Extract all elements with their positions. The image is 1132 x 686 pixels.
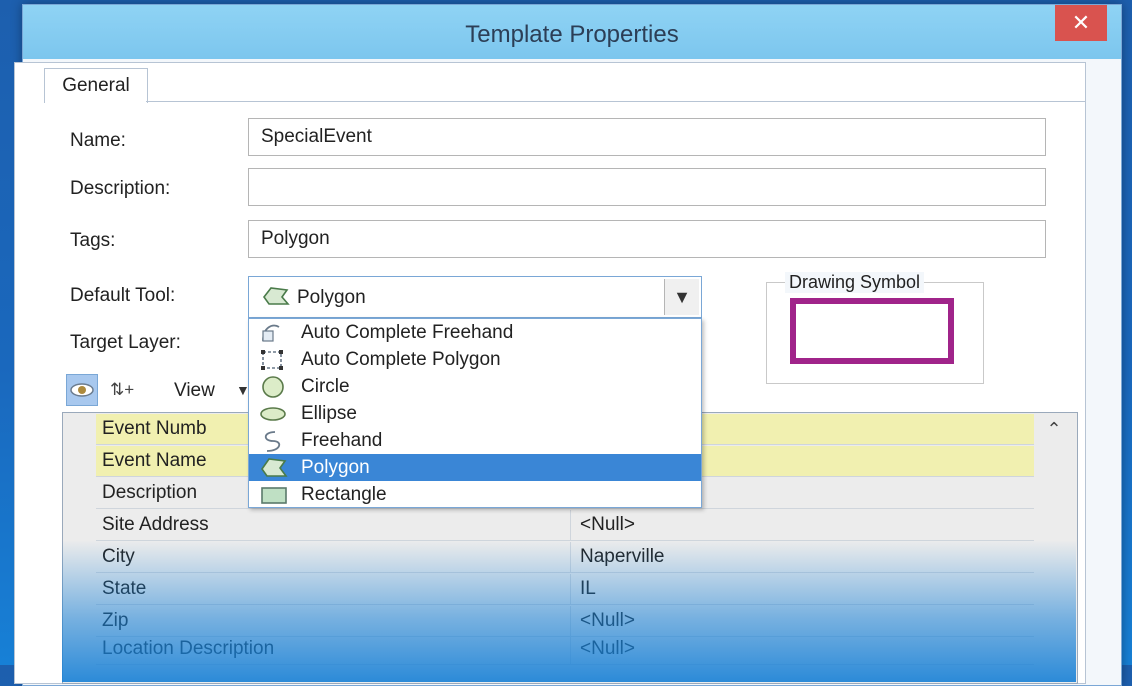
rectangle-icon xyxy=(259,483,289,512)
row-value[interactable]: Naperville xyxy=(580,546,664,568)
dropdown-item-label: Circle xyxy=(301,376,350,397)
dropdown-item-label: Polygon xyxy=(301,457,370,478)
row-key: Location Description xyxy=(102,638,275,659)
row-key: State xyxy=(102,578,147,599)
eye-icon xyxy=(70,383,94,397)
description-input[interactable] xyxy=(248,168,1046,206)
tab-divider xyxy=(146,101,1086,102)
target-layer-label: Target Layer: xyxy=(70,332,181,353)
name-label: Name: xyxy=(70,130,126,151)
table-row[interactable]: Site Address <Null> xyxy=(96,510,1034,541)
table-row[interactable]: Zip <Null> xyxy=(96,606,1034,637)
default-tool-label: Default Tool: xyxy=(70,285,176,306)
window-title: Template Properties xyxy=(465,21,679,48)
dropdown-item-label: Ellipse xyxy=(301,403,357,424)
table-row[interactable]: State IL xyxy=(96,574,1034,605)
default-tool-dropdown[interactable]: Auto Complete Freehand Auto Complete Pol… xyxy=(248,318,702,508)
categorized-view-button[interactable] xyxy=(66,374,98,406)
table-row[interactable]: City Naperville xyxy=(96,542,1034,573)
sort-alphabetical-icon[interactable]: ⇅+ xyxy=(110,380,134,400)
dropdown-item-circle[interactable]: Circle xyxy=(249,373,701,400)
column-divider xyxy=(570,542,571,572)
dropdown-item-rectangle[interactable]: Rectangle xyxy=(249,481,701,508)
dropdown-item-label: Auto Complete Freehand xyxy=(301,322,514,343)
column-divider xyxy=(570,606,571,636)
scroll-up-icon[interactable]: ⌃ xyxy=(1036,414,1072,444)
dropdown-item-auto-complete-polygon[interactable]: Auto Complete Polygon xyxy=(249,346,701,373)
chevron-down-icon[interactable]: ▼ xyxy=(664,279,699,315)
tags-label: Tags: xyxy=(70,230,116,251)
default-tool-select[interactable]: Polygon ▼ xyxy=(248,276,702,318)
dropdown-item-freehand[interactable]: Freehand xyxy=(249,427,701,454)
table-row[interactable]: Location Description <Null> xyxy=(96,634,1034,665)
view-menu-button[interactable]: View xyxy=(174,380,215,402)
row-key: Description xyxy=(102,482,198,503)
dropdown-item-label: Auto Complete Polygon xyxy=(301,349,501,370)
close-icon: ✕ xyxy=(1071,10,1091,35)
dropdown-item-label: Rectangle xyxy=(301,484,387,505)
close-button[interactable]: ✕ xyxy=(1055,5,1107,41)
default-tool-value: Polygon xyxy=(297,287,366,308)
polygon-icon xyxy=(261,285,291,312)
column-divider xyxy=(570,634,571,664)
dropdown-item-label: Freehand xyxy=(301,430,383,451)
row-key: Zip xyxy=(102,610,129,631)
name-input[interactable]: SpecialEvent xyxy=(248,118,1046,156)
row-value[interactable]: <Null> xyxy=(580,610,635,632)
row-key: City xyxy=(102,546,135,567)
tab-general[interactable]: General xyxy=(44,68,148,103)
row-value[interactable]: <Null> xyxy=(580,638,635,660)
row-key: Site Address xyxy=(102,514,209,535)
dropdown-item-auto-complete-freehand[interactable]: Auto Complete Freehand xyxy=(249,319,701,346)
column-divider xyxy=(570,510,571,540)
dropdown-item-ellipse[interactable]: Ellipse xyxy=(249,400,701,427)
drawing-symbol-label: Drawing Symbol xyxy=(785,272,925,293)
drawing-symbol-preview[interactable] xyxy=(790,298,954,364)
row-value[interactable]: <Null> xyxy=(580,514,635,536)
row-value[interactable]: IL xyxy=(580,578,596,600)
column-divider xyxy=(570,574,571,604)
row-key: Event Name xyxy=(102,450,207,471)
title-bar[interactable]: Template Properties ✕ xyxy=(23,5,1121,59)
row-key: Event Numb xyxy=(102,418,207,439)
dropdown-item-polygon[interactable]: Polygon xyxy=(249,454,701,481)
tags-input[interactable]: Polygon xyxy=(248,220,1046,258)
description-label: Description: xyxy=(70,178,171,199)
